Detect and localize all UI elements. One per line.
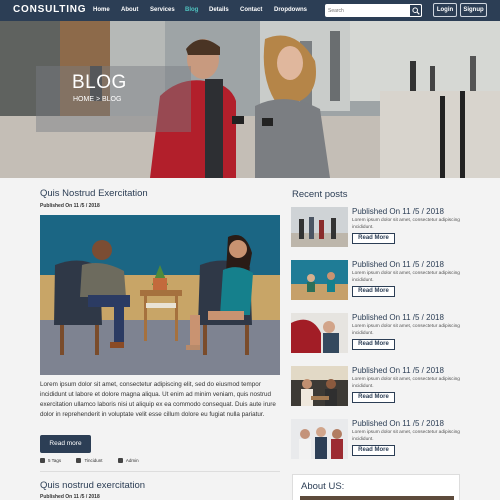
recent-post-date[interactable]: Published On 11 /5 / 2018 — [352, 313, 444, 322]
recent-post-date[interactable]: Published On 11 /5 / 2018 — [352, 366, 444, 375]
recent-post-item: Published On 11 /5 / 2018 Lorem ipsum do… — [290, 260, 460, 307]
post-photo — [40, 215, 280, 375]
nav-services[interactable]: Services — [150, 7, 175, 13]
post-title[interactable]: Quis Nostrud Exercitation — [40, 188, 148, 199]
recent-post-thumbnail[interactable] — [291, 313, 348, 353]
nav-blog[interactable]: Blog — [185, 7, 198, 13]
post-title[interactable]: Quis nostrud exercitation — [40, 480, 145, 491]
hero-banner: BLOG HOME > BLOG — [0, 21, 500, 178]
user-icon — [117, 458, 123, 463]
author-link[interactable]: Admin — [126, 458, 139, 463]
recent-post-text: Lorem ipsum dolor sit amet, consectetur … — [352, 430, 460, 442]
recent-post-date[interactable]: Published On 11 /5 / 2018 — [352, 260, 444, 269]
post-divider — [40, 471, 280, 472]
nav-about[interactable]: About — [121, 7, 138, 13]
post-date: Published On 11 /5 / 2018 — [40, 203, 100, 209]
search-input[interactable] — [328, 4, 408, 17]
search-box — [325, 4, 422, 17]
recent-post-thumbnail[interactable] — [291, 366, 348, 406]
recent-post-text: Lorem ipsum dolor sit amet, consectetur … — [352, 324, 460, 336]
recent-post-text: Lorem ipsum dolor sit amet, consectetur … — [352, 377, 460, 389]
recent-post-read-more-button[interactable]: Read More — [352, 233, 395, 244]
recent-post-thumbnail[interactable] — [291, 419, 348, 459]
read-more-button[interactable]: Read more — [40, 435, 91, 453]
category-link[interactable]: Tincidunt — [84, 458, 102, 463]
about-us-title: About US: — [301, 481, 345, 492]
breadcrumb[interactable]: HOME > BLOG — [73, 96, 121, 103]
recent-post-item: Published On 11 /5 / 2018 Lorem ipsum do… — [290, 207, 460, 254]
recent-posts-title: Recent posts — [292, 189, 348, 200]
search-icon — [412, 7, 420, 15]
post-excerpt: Lorem ipsum dolor sit amet, consectetur … — [40, 381, 276, 418]
recent-post-thumbnail[interactable] — [291, 260, 348, 300]
recent-post-text: Lorem ipsum dolor sit amet, consectetur … — [352, 271, 460, 283]
about-us-image — [300, 496, 454, 500]
post-date: Published On 11 /5 / 2018 — [40, 494, 100, 500]
recent-post-text: Lorem ipsum dolor sit amet, consectetur … — [352, 218, 460, 230]
post-meta-row: 5 Tags Tincidunt Admin — [40, 458, 153, 463]
recent-post-date[interactable]: Published On 11 /5 / 2018 — [352, 207, 444, 216]
about-us-widget: About US: — [292, 474, 460, 500]
top-navbar: CONSULTING Home About Services Blog Deta… — [0, 0, 500, 21]
recent-post-read-more-button[interactable]: Read More — [352, 339, 395, 350]
nav-details[interactable]: Details — [209, 7, 229, 13]
post-image — [40, 215, 280, 375]
nav-dropdowns[interactable]: Dropdowns — [274, 7, 307, 13]
login-button[interactable]: Login — [433, 3, 457, 17]
recent-post-item: Published On 11 /5 / 2018 Lorem ipsum do… — [290, 419, 460, 466]
signup-button[interactable]: Signup — [460, 3, 487, 17]
tag-icon — [40, 458, 45, 463]
recent-post-read-more-button[interactable]: Read More — [352, 392, 395, 403]
brand-logo[interactable]: CONSULTING — [13, 4, 86, 15]
folder-icon — [76, 458, 82, 463]
recent-post-thumbnail[interactable] — [291, 207, 348, 247]
recent-post-date[interactable]: Published On 11 /5 / 2018 — [352, 419, 444, 428]
recent-post-read-more-button[interactable]: Read More — [352, 445, 395, 456]
recent-post-item: Published On 11 /5 / 2018 Lorem ipsum do… — [290, 366, 460, 413]
nav-home[interactable]: Home — [93, 7, 110, 13]
hero-title: BLOG — [72, 72, 127, 93]
nav-contact[interactable]: Contact — [240, 7, 262, 13]
search-button[interactable] — [409, 4, 422, 17]
recent-post-read-more-button[interactable]: Read More — [352, 286, 395, 297]
tags-link[interactable]: 5 Tags — [48, 458, 61, 463]
recent-post-item: Published On 11 /5 / 2018 Lorem ipsum do… — [290, 313, 460, 360]
